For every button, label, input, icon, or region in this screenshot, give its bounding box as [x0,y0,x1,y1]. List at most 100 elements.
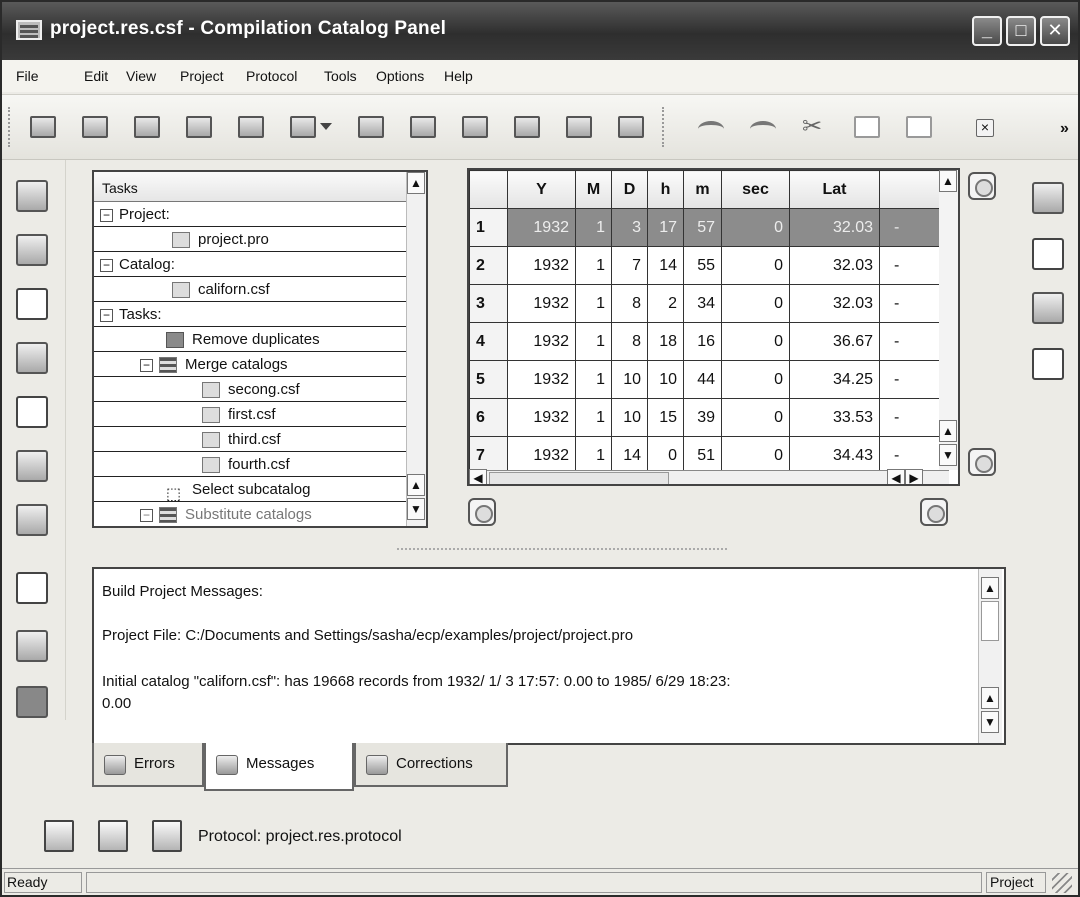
messages-scrollbar[interactable]: ▲ ▲ ▼ [978,569,1002,743]
cell-lat[interactable]: 33.53 [789,398,880,437]
open-project-icon[interactable] [26,111,60,143]
grid-vertical-scrollbar[interactable]: ▲ ▲ ▼ [939,170,958,470]
cell-y[interactable]: 1932 [507,398,576,437]
cell-min[interactable]: 16 [683,322,722,361]
cell-next[interactable]: - [879,322,940,361]
cell-m[interactable]: 1 [575,360,612,399]
tab-errors[interactable]: Errors [92,743,204,787]
cell-min[interactable]: 44 [683,360,722,399]
print-icon[interactable] [234,111,268,143]
remove-document-icon[interactable] [1032,348,1064,380]
cell-rownum[interactable]: 2 [469,246,508,285]
undo-icon[interactable] [694,111,728,143]
cell-d[interactable]: 10 [611,398,648,437]
table-row[interactable]: 7 1932 1 14 0 51 0 34.43- [469,436,940,475]
menu-protocol[interactable]: Protocol [246,68,297,84]
select-icon[interactable] [16,396,48,428]
cell-h[interactable]: 10 [647,360,684,399]
close-button[interactable]: ✕ [1040,16,1070,46]
tree-item-catalog-file[interactable]: californ.csf [94,277,426,302]
cell-min[interactable]: 57 [683,208,722,247]
scroll-down-icon[interactable]: ▼ [939,444,957,466]
cell-lat[interactable]: 36.67 [789,322,880,361]
scroll-up-icon[interactable]: ▲ [407,172,425,194]
scroll-up-icon[interactable]: ▲ [939,420,957,442]
list-icon[interactable] [16,342,48,374]
menu-view[interactable]: View [126,68,156,84]
menu-project[interactable]: Project [180,68,224,84]
cell-sec[interactable]: 0 [721,398,790,437]
cell-lat[interactable]: 32.03 [789,246,880,285]
cell-next[interactable]: - [879,208,940,247]
table-row[interactable]: 4 1932 1 8 18 16 0 36.67- [469,322,940,361]
cell-h[interactable]: 0 [647,436,684,475]
open-folder-icon[interactable] [406,111,440,143]
table-row[interactable]: 5 1932 1 10 10 44 0 34.25- [469,360,940,399]
cell-h[interactable]: 14 [647,246,684,285]
search-document-icon[interactable] [1032,238,1064,270]
menu-help[interactable]: Help [444,68,473,84]
cell-h[interactable]: 18 [647,322,684,361]
cell-m[interactable]: 1 [575,398,612,437]
cell-d[interactable]: 8 [611,322,648,361]
grid-down-button[interactable] [968,448,996,476]
cell-m[interactable]: 1 [575,284,612,323]
tree-task-remove-duplicates[interactable]: Remove duplicates [94,327,426,352]
cell-m[interactable]: 1 [575,208,612,247]
grid-up-button[interactable] [968,172,996,200]
tree-task-select-subcatalog[interactable]: Select subcatalog [94,477,426,502]
cell-h[interactable]: 17 [647,208,684,247]
window-icon[interactable] [354,111,388,143]
grid-last-button[interactable] [920,498,948,526]
catalog-grid[interactable]: Y M D h m sec Lat 1 1932 1 3 17 57 0 32.03-2 193… [467,168,960,486]
save-all-icon[interactable] [182,111,216,143]
sort-asc-icon[interactable] [16,234,48,266]
menu-options[interactable]: Options [376,68,424,84]
save-as-dropdown-icon[interactable] [316,111,336,143]
panel-splitter[interactable] [397,548,727,550]
grid-horizontal-scrollbar[interactable]: ◀ ◀ ▶ [469,469,949,484]
sort-desc-icon[interactable] [16,180,48,212]
tree-task-merge-catalogs[interactable]: − Merge catalogs [94,352,426,377]
column-header-next[interactable] [879,170,940,209]
collapse-icon[interactable]: − [100,208,113,222]
tree-item-merge-file[interactable]: first.csf [94,402,426,427]
tree-group-project[interactable]: − Project: [94,202,426,227]
cell-y[interactable]: 1932 [507,436,576,475]
new-protocol-icon[interactable] [44,820,74,852]
cell-sec[interactable]: 0 [721,246,790,285]
vertical-scroll-thumb[interactable] [981,601,999,641]
table-row[interactable]: 2 1932 1 7 14 55 0 32.03- [469,246,940,285]
cell-sec[interactable]: 0 [721,284,790,323]
copy-icon[interactable] [850,111,884,143]
save-protocol-icon[interactable] [152,820,182,852]
table-icon[interactable] [16,630,48,662]
cell-sec[interactable]: 0 [721,322,790,361]
toolbar-overflow-icon[interactable]: » [1060,120,1069,138]
cell-y[interactable]: 1932 [507,360,576,399]
table-row[interactable]: 3 1932 1 8 2 34 0 32.03- [469,284,940,323]
column-header-rownum[interactable] [469,170,508,209]
scroll-right-icon[interactable]: ▶ [905,469,923,484]
menu-tools[interactable]: Tools [324,68,357,84]
cell-sec[interactable]: 0 [721,360,790,399]
cell-h[interactable]: 15 [647,398,684,437]
open-catalog-icon[interactable] [78,111,112,143]
cell-m[interactable]: 1 [575,246,612,285]
cell-sec[interactable]: 0 [721,208,790,247]
cell-min[interactable]: 51 [683,436,722,475]
tree-item-merge-file[interactable]: fourth.csf [94,452,426,477]
cell-d[interactable]: 8 [611,284,648,323]
copy-document-icon[interactable] [1032,292,1064,324]
save-as-icon[interactable] [286,111,320,143]
cell-m[interactable]: 1 [575,322,612,361]
scroll-up-icon[interactable]: ▲ [939,170,957,192]
cell-min[interactable]: 55 [683,246,722,285]
cell-y[interactable]: 1932 [507,284,576,323]
cell-rownum[interactable]: 5 [469,360,508,399]
tree-group-tasks[interactable]: − Tasks: [94,302,426,327]
cell-next[interactable]: - [879,398,940,437]
tab-corrections[interactable]: Corrections [354,743,508,787]
delete-icon[interactable]: × [968,111,1002,143]
scroll-down-icon[interactable]: ▼ [407,498,425,520]
